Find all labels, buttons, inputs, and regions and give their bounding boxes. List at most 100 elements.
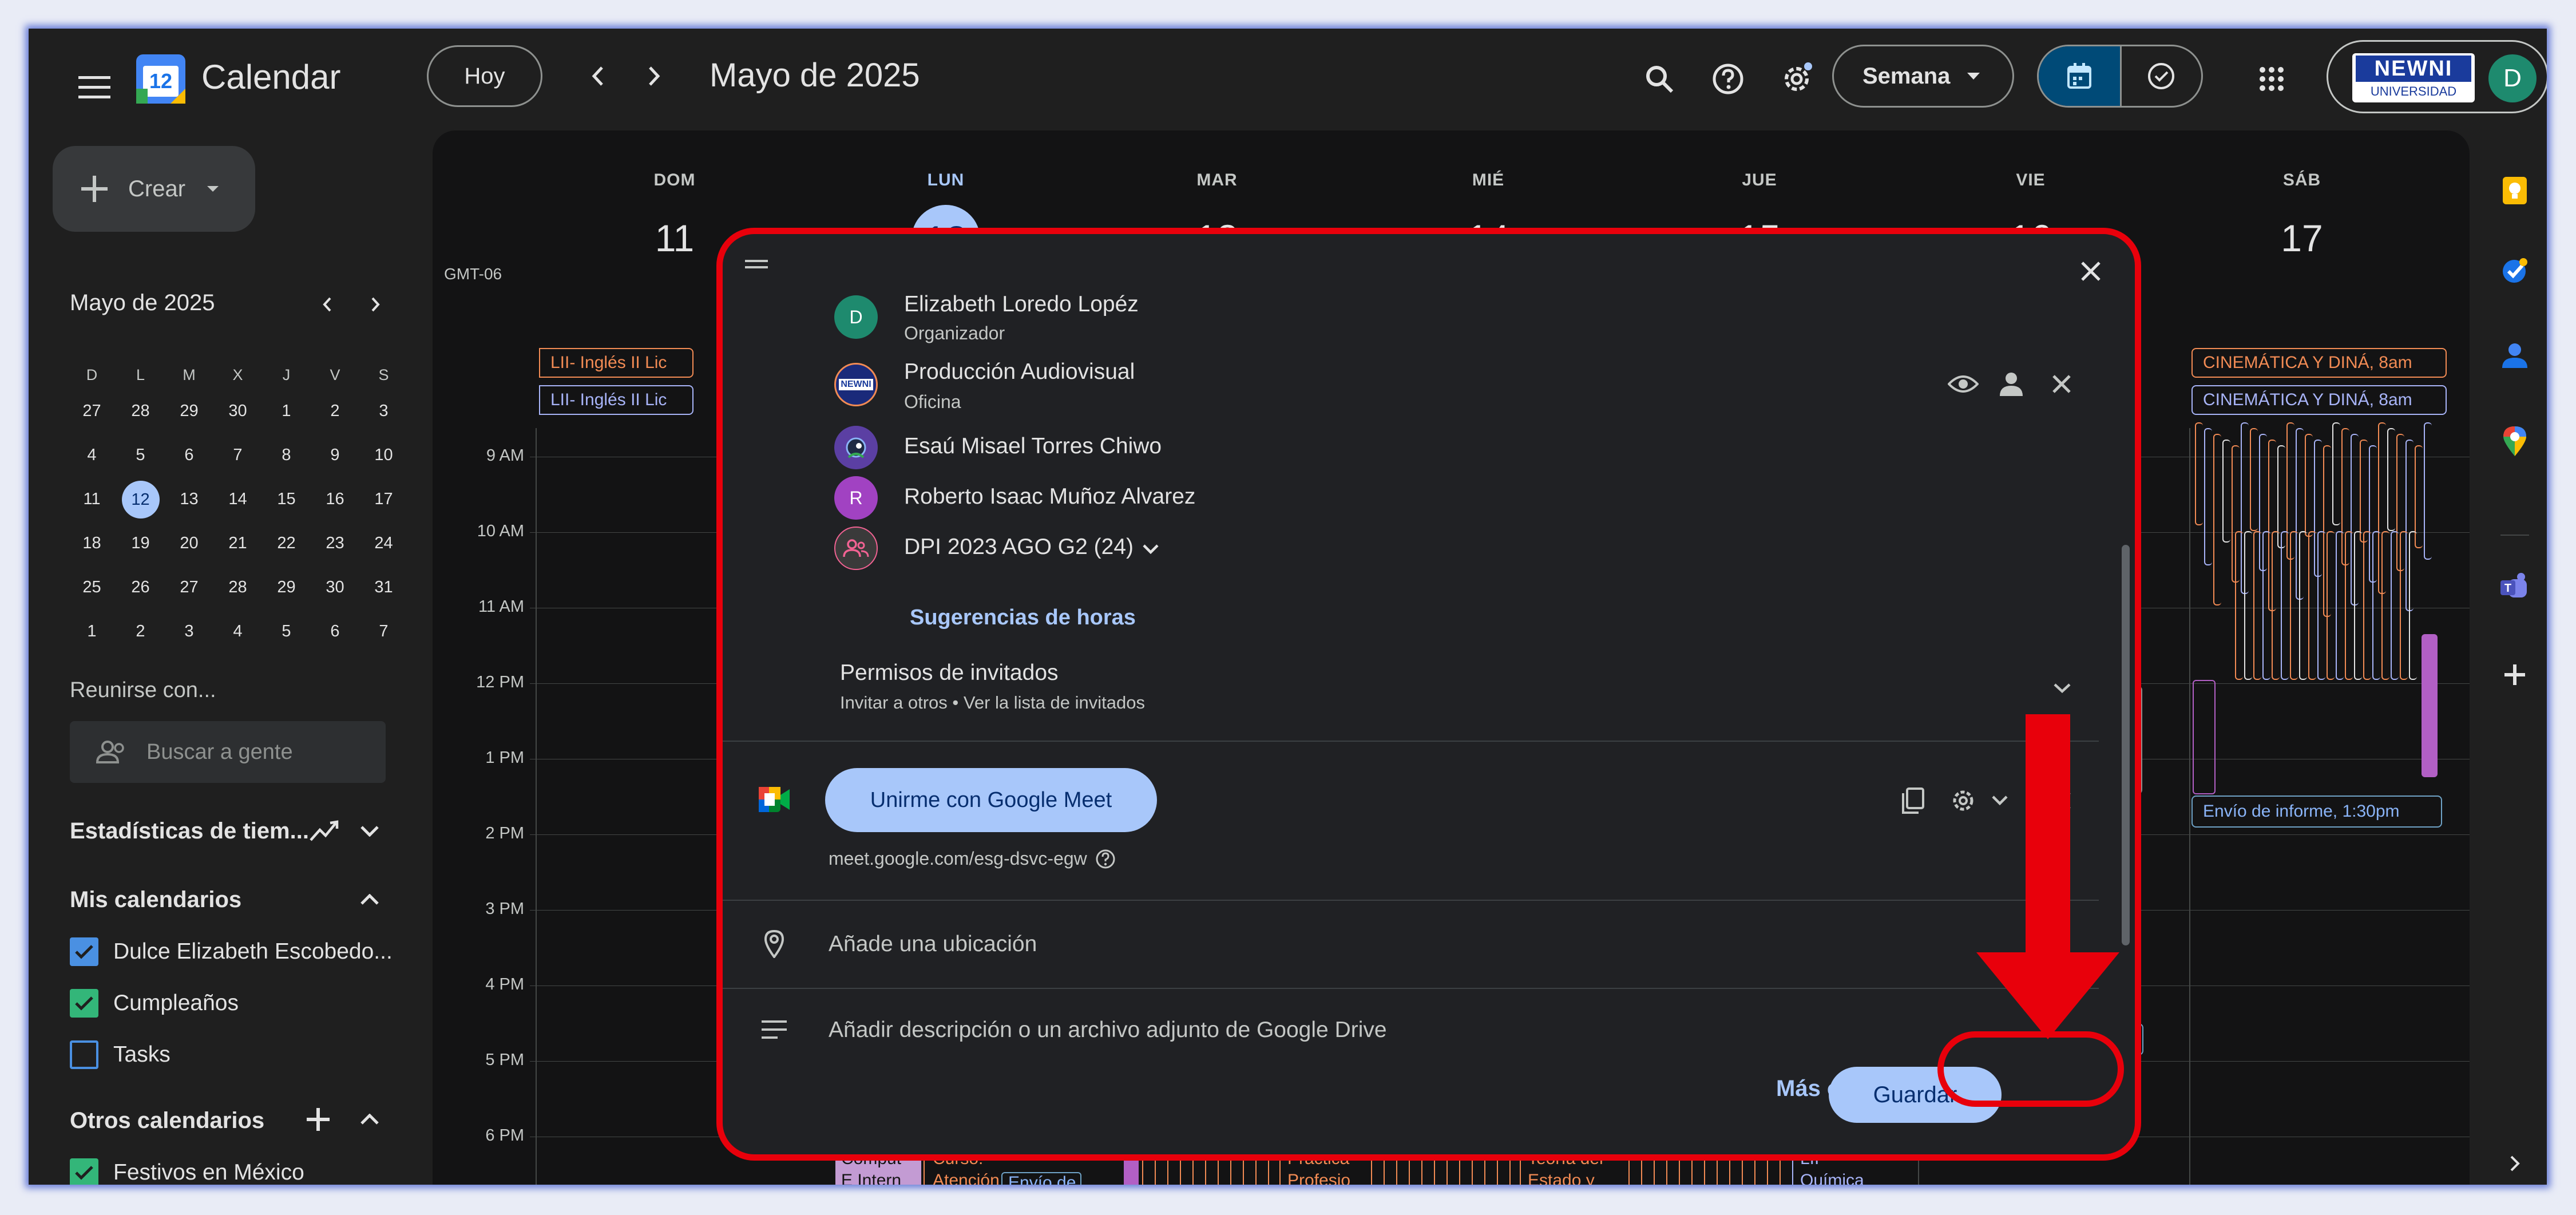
keep-icon[interactable]	[2495, 171, 2535, 211]
event-block[interactable]	[2381, 531, 2389, 680]
checkbox-checked-icon[interactable]	[70, 1158, 98, 1185]
eye-icon[interactable]	[1943, 364, 1983, 404]
event-block[interactable]	[2235, 531, 2243, 680]
event-block[interactable]	[2204, 428, 2212, 565]
event-block[interactable]	[2308, 531, 2316, 680]
event-block[interactable]	[2213, 434, 2221, 605]
account-area[interactable]: NEWNI UNIVERSIDAD D	[2327, 40, 2547, 113]
event-block[interactable]	[2332, 422, 2340, 525]
contacts-icon[interactable]	[2495, 335, 2535, 375]
teams-icon[interactable]: T	[2495, 567, 2535, 607]
mini-day[interactable]: 18	[68, 534, 116, 553]
mini-prev-month-icon[interactable]	[310, 287, 344, 322]
account-avatar[interactable]: D	[2488, 54, 2537, 102]
tasks-view-icon[interactable]	[2119, 46, 2201, 106]
search-icon[interactable]	[1636, 56, 1682, 102]
mini-day[interactable]: 29	[262, 578, 311, 597]
mini-day[interactable]: 2	[311, 402, 359, 421]
person-icon[interactable]	[1991, 364, 2031, 404]
permissions-chevron-down-icon[interactable]	[2045, 671, 2079, 705]
mini-day[interactable]: 16	[311, 490, 359, 509]
event-block[interactable]	[2363, 531, 2371, 680]
event-block[interactable]	[2317, 531, 2325, 680]
my-calendars-heading[interactable]: Mis calendarios	[70, 887, 241, 913]
time-stats-label[interactable]: Estadísticas de tiem...	[70, 818, 309, 844]
event-block[interactable]	[2345, 531, 2353, 680]
previous-period-icon[interactable]	[578, 56, 618, 96]
today-button[interactable]: Hoy	[427, 45, 542, 107]
description-row[interactable]: Añadir descripción o un archivo adjunto …	[720, 989, 2099, 1063]
calendar-view-icon[interactable]	[2039, 46, 2120, 106]
event-block[interactable]	[2222, 440, 2230, 543]
drag-handle-icon[interactable]	[739, 253, 774, 276]
event-block[interactable]	[2250, 428, 2258, 531]
mini-day[interactable]: 6	[311, 622, 359, 641]
event-block[interactable]: Envío de informe, 1:30pm	[2191, 796, 2442, 828]
meet-link-text[interactable]: meet.google.com/esg-dsvc-egw	[829, 848, 1087, 869]
maps-icon[interactable]	[2495, 421, 2535, 461]
next-period-icon[interactable]	[634, 56, 674, 96]
event-block[interactable]	[2360, 440, 2368, 543]
mini-day[interactable]: 20	[165, 534, 213, 553]
mini-day[interactable]: 3	[359, 402, 408, 421]
search-people-input[interactable]: Buscar a gente	[70, 721, 386, 783]
calendar-list-item[interactable]: Tasks	[65, 1029, 431, 1081]
join-meet-button[interactable]: Unirme con Google Meet	[825, 768, 1157, 832]
event-block[interactable]	[2262, 531, 2270, 680]
event-block[interactable]	[2253, 531, 2261, 680]
event-block[interactable]	[2409, 531, 2417, 680]
mini-day[interactable]: 29	[165, 402, 213, 421]
mini-next-month-icon[interactable]	[358, 287, 393, 322]
create-button[interactable]: Crear	[53, 146, 255, 232]
mini-day[interactable]: 28	[116, 402, 165, 421]
expand-group-chevron-down-icon[interactable]	[1136, 535, 1165, 563]
mini-day[interactable]: 5	[262, 622, 311, 641]
settings-gear-icon[interactable]	[1774, 56, 1820, 102]
event-block[interactable]	[2424, 422, 2432, 560]
checkbox-checked-icon[interactable]	[70, 989, 98, 1018]
expand-panel-chevron-icon[interactable]	[2495, 1143, 2535, 1184]
mini-day[interactable]: 4	[68, 446, 116, 465]
mini-day[interactable]: 2	[116, 622, 165, 641]
calendar-list-item[interactable]: Festivos en México	[65, 1147, 431, 1185]
add-calendar-plus-icon[interactable]	[301, 1102, 335, 1137]
calendar-list-item[interactable]: Cumpleaños	[65, 977, 431, 1029]
view-select[interactable]: Semana	[1832, 45, 2014, 108]
mini-day[interactable]: 9	[311, 446, 359, 465]
mini-day[interactable]: 21	[213, 534, 262, 553]
tasks-icon[interactable]	[2495, 251, 2535, 291]
guest-permissions-row[interactable]: Permisos de invitados Invitar a otros • …	[720, 654, 2099, 728]
event-block[interactable]: Envío de	[1001, 1172, 1081, 1185]
mini-day[interactable]: 23	[311, 534, 359, 553]
event-block[interactable]	[2195, 422, 2203, 525]
mini-day[interactable]: 17	[359, 490, 408, 509]
mini-day[interactable]: 28	[213, 578, 262, 597]
help-icon[interactable]	[1705, 56, 1751, 102]
time-stats-chevron-down-icon[interactable]	[352, 814, 387, 848]
allday-event-chip[interactable]: LII- Inglés II Lic	[539, 348, 693, 378]
mini-day[interactable]: 11	[68, 490, 116, 509]
calendar-logo[interactable]: 12	[135, 53, 187, 105]
mini-day[interactable]: 7	[359, 622, 408, 641]
mini-day[interactable]: 22	[262, 534, 311, 553]
mini-day[interactable]: 31	[359, 578, 408, 597]
allday-event-chip[interactable]: LII- Inglés II Lic	[539, 385, 693, 415]
calendar-list-item[interactable]: Dulce Elizabeth Escobedo...	[65, 926, 431, 977]
dialog-scrollbar[interactable]	[2122, 545, 2130, 945]
my-calendars-chevron-up-icon[interactable]	[352, 882, 387, 917]
mini-day[interactable]: 26	[116, 578, 165, 597]
mini-day[interactable]: 4	[213, 622, 262, 641]
event-block[interactable]	[2281, 531, 2289, 680]
mini-day[interactable]: 12	[121, 480, 160, 519]
event-block[interactable]	[2305, 434, 2313, 537]
mini-day[interactable]: 27	[68, 402, 116, 421]
mini-day[interactable]: 1	[262, 402, 311, 421]
mini-day[interactable]: 6	[165, 446, 213, 465]
main-menu-icon[interactable]	[63, 56, 126, 119]
checkbox-checked-icon[interactable]	[70, 937, 98, 966]
event-block[interactable]	[2336, 531, 2344, 680]
mini-day[interactable]: 14	[213, 490, 262, 509]
time-suggestions-link[interactable]: Sugerencias de horas	[910, 605, 1136, 630]
day-number[interactable]: 17	[2216, 216, 2388, 260]
mini-day[interactable]: 30	[213, 402, 262, 421]
